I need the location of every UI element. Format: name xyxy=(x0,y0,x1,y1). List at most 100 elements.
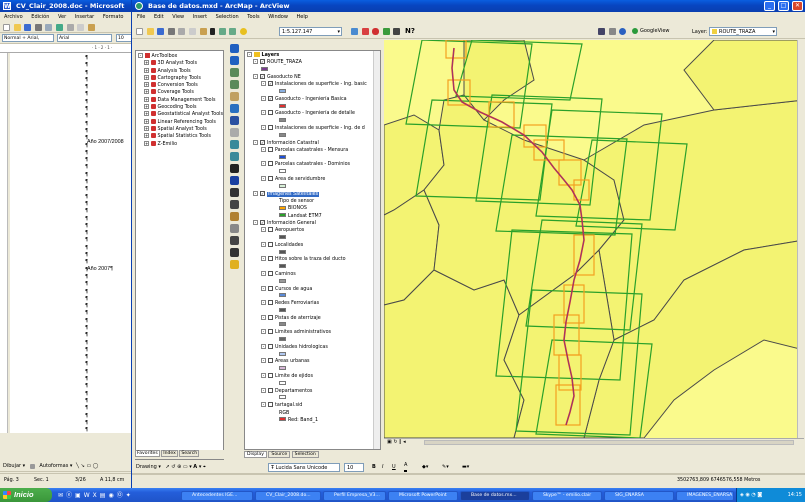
minimize-button[interactable]: _ xyxy=(764,1,775,11)
toolbox-item[interactable]: + 3D Analyst Tools xyxy=(138,60,223,67)
layer-visibility-checkbox[interactable] xyxy=(268,227,273,233)
toc-row[interactable]: - Aeropuertos xyxy=(247,227,380,234)
collapse-icon[interactable]: - xyxy=(261,285,266,291)
map-vertical-scrollbar[interactable] xyxy=(797,40,804,438)
go-to-xy-icon[interactable] xyxy=(230,236,239,245)
toolbox-item[interactable]: + Linear Referencing Tools xyxy=(138,118,223,126)
layer-visibility-checkbox[interactable] xyxy=(268,329,273,335)
layer-visibility-checkbox[interactable] xyxy=(268,300,273,306)
collapse-icon[interactable]: - xyxy=(261,241,266,247)
task-perfil-empresa[interactable]: Perfil Empresa_V3... xyxy=(323,491,386,501)
toc-row[interactable]: - Cursos de agua xyxy=(247,285,380,293)
line-tool-icon[interactable]: ╲ xyxy=(76,463,79,469)
expand-icon[interactable]: + xyxy=(144,67,149,73)
menu-selection[interactable]: Selection xyxy=(216,12,239,22)
map-view[interactable] xyxy=(384,40,804,438)
layer-visibility-checkbox[interactable]: ✓ xyxy=(268,95,273,101)
start-button[interactable]: Inicio xyxy=(0,488,52,502)
collapse-icon[interactable]: - xyxy=(261,343,266,349)
toolbox-item[interactable]: + Geostatistical Analyst Tools xyxy=(138,111,223,118)
collapse-icon[interactable]: - xyxy=(253,190,258,196)
select-arrow-icon[interactable] xyxy=(29,464,35,469)
toolbox-root[interactable]: - ArcToolbox xyxy=(138,53,223,60)
toc-row[interactable]: - ✓ Instalaciones de superficie - Ing. bas… xyxy=(247,81,380,88)
collapse-icon[interactable]: - xyxy=(261,300,266,306)
grid-icon[interactable] xyxy=(598,28,605,35)
find-icon[interactable] xyxy=(230,188,239,197)
layer-visibility-checkbox[interactable] xyxy=(268,343,273,349)
expand-icon[interactable]: + xyxy=(144,89,149,95)
toc-row[interactable]: - Hitos sobre la traza del ducto xyxy=(247,256,380,263)
collapse-icon[interactable]: - xyxy=(261,329,266,335)
task-powerpoint[interactable]: Microsoft PowerPoint xyxy=(388,491,458,501)
save-icon[interactable] xyxy=(157,28,165,35)
task-arcmap[interactable]: Base de datos.mx... xyxy=(460,491,530,501)
scroll-thumb[interactable] xyxy=(424,440,794,445)
toc-scrollbar[interactable] xyxy=(373,51,380,449)
undo-icon[interactable] xyxy=(218,28,226,35)
layer-visibility-checkbox[interactable] xyxy=(268,124,273,130)
toc-row[interactable]: - Area de servidumbre xyxy=(247,176,380,183)
toc-row[interactable]: - ✓ Gasoducto NE xyxy=(247,73,380,81)
font-select[interactable]: Ŧ Lucida Sans Unicode xyxy=(268,463,340,472)
layer-visibility-checkbox[interactable] xyxy=(268,241,273,247)
layer-visibility-checkbox[interactable] xyxy=(268,373,273,379)
word-menu-formato[interactable]: Formato xyxy=(103,12,124,22)
expand-icon[interactable]: + xyxy=(144,133,149,139)
toc-icon[interactable] xyxy=(361,28,369,35)
toc-row[interactable]: - Areas urbanas xyxy=(247,358,380,365)
collapse-icon[interactable]: - xyxy=(261,256,266,262)
select-features-icon[interactable] xyxy=(230,140,239,149)
toc-row[interactable]: - Caminos xyxy=(247,270,380,278)
collapse-icon[interactable]: - xyxy=(261,314,266,320)
add-data-icon[interactable] xyxy=(239,28,247,35)
rectangle-icon[interactable]: ▭ ▾ xyxy=(183,464,192,470)
task-imagenes-enarsa[interactable]: IMAGENES_ENARSA xyxy=(676,491,734,501)
command-line-icon[interactable] xyxy=(393,28,401,35)
effects-icon[interactable] xyxy=(230,248,239,257)
layer-select[interactable]: ROUTE_TRAZA ▾ xyxy=(709,27,777,36)
zoom-page-icon[interactable]: ⊕ xyxy=(177,464,181,470)
open-folder-icon[interactable] xyxy=(13,24,21,31)
select-elements-icon[interactable] xyxy=(230,164,239,173)
layer-visibility-checkbox[interactable] xyxy=(268,176,273,182)
copy-icon[interactable] xyxy=(188,28,196,35)
drawing-menu[interactable]: Drawing ▾ xyxy=(136,464,161,470)
collapse-icon[interactable]: - xyxy=(261,358,266,364)
menu-view[interactable]: View xyxy=(172,12,184,22)
expand-icon[interactable]: + xyxy=(144,111,149,117)
bold-button[interactable]: B xyxy=(372,461,376,473)
map-horizontal-scrollbar[interactable]: ▣ ↻ ∥ ◂ xyxy=(384,438,804,446)
toc-row[interactable]: - Gasoducto - Ingeniería de detalle xyxy=(247,110,380,117)
map-canvas[interactable] xyxy=(384,40,804,438)
layer-visibility-checkbox[interactable]: ✓ xyxy=(260,73,265,79)
layer-visibility-checkbox[interactable] xyxy=(268,358,273,364)
print-icon[interactable] xyxy=(34,24,42,31)
forward-extent-icon[interactable] xyxy=(230,128,239,137)
lightning-icon[interactable] xyxy=(230,260,239,269)
delete-icon[interactable] xyxy=(210,28,216,35)
task-skype[interactable]: Skype™ - emilio.clair xyxy=(532,491,602,501)
collapse-icon[interactable]: - xyxy=(261,110,266,116)
measure-icon[interactable] xyxy=(230,200,239,209)
whats-this-icon[interactable]: N? xyxy=(405,27,415,35)
toolbox-item[interactable]: + Analysis Tools xyxy=(138,67,223,75)
toc-row[interactable]: - Localidades xyxy=(247,241,380,249)
tray-skype-icon[interactable]: ◉ xyxy=(745,492,749,498)
layer-visibility-checkbox[interactable]: ✓ xyxy=(260,190,265,196)
collapse-icon[interactable]: - xyxy=(253,73,258,79)
toc-row[interactable]: - Parcelas catastrales - Dominios xyxy=(247,161,380,168)
tray-antivirus-icon[interactable]: ◙ xyxy=(757,492,762,498)
layer-visibility-checkbox[interactable]: ✓ xyxy=(260,59,265,65)
pan-icon[interactable] xyxy=(230,92,239,101)
collapse-icon[interactable]: - xyxy=(261,402,266,408)
expand-icon[interactable]: + xyxy=(144,140,149,146)
new-doc-icon[interactable] xyxy=(3,24,10,31)
tab-display[interactable]: Display xyxy=(244,451,267,458)
layer-visibility-checkbox[interactable] xyxy=(268,146,273,152)
toc-row[interactable]: - Limites administrativos xyxy=(247,329,380,336)
redo-icon[interactable] xyxy=(229,28,237,35)
expand-icon[interactable]: + xyxy=(144,118,149,124)
toc-row[interactable]: - Unidades hidrologicas xyxy=(247,343,380,351)
line-color-icon[interactable]: ✎▾ xyxy=(442,461,449,473)
